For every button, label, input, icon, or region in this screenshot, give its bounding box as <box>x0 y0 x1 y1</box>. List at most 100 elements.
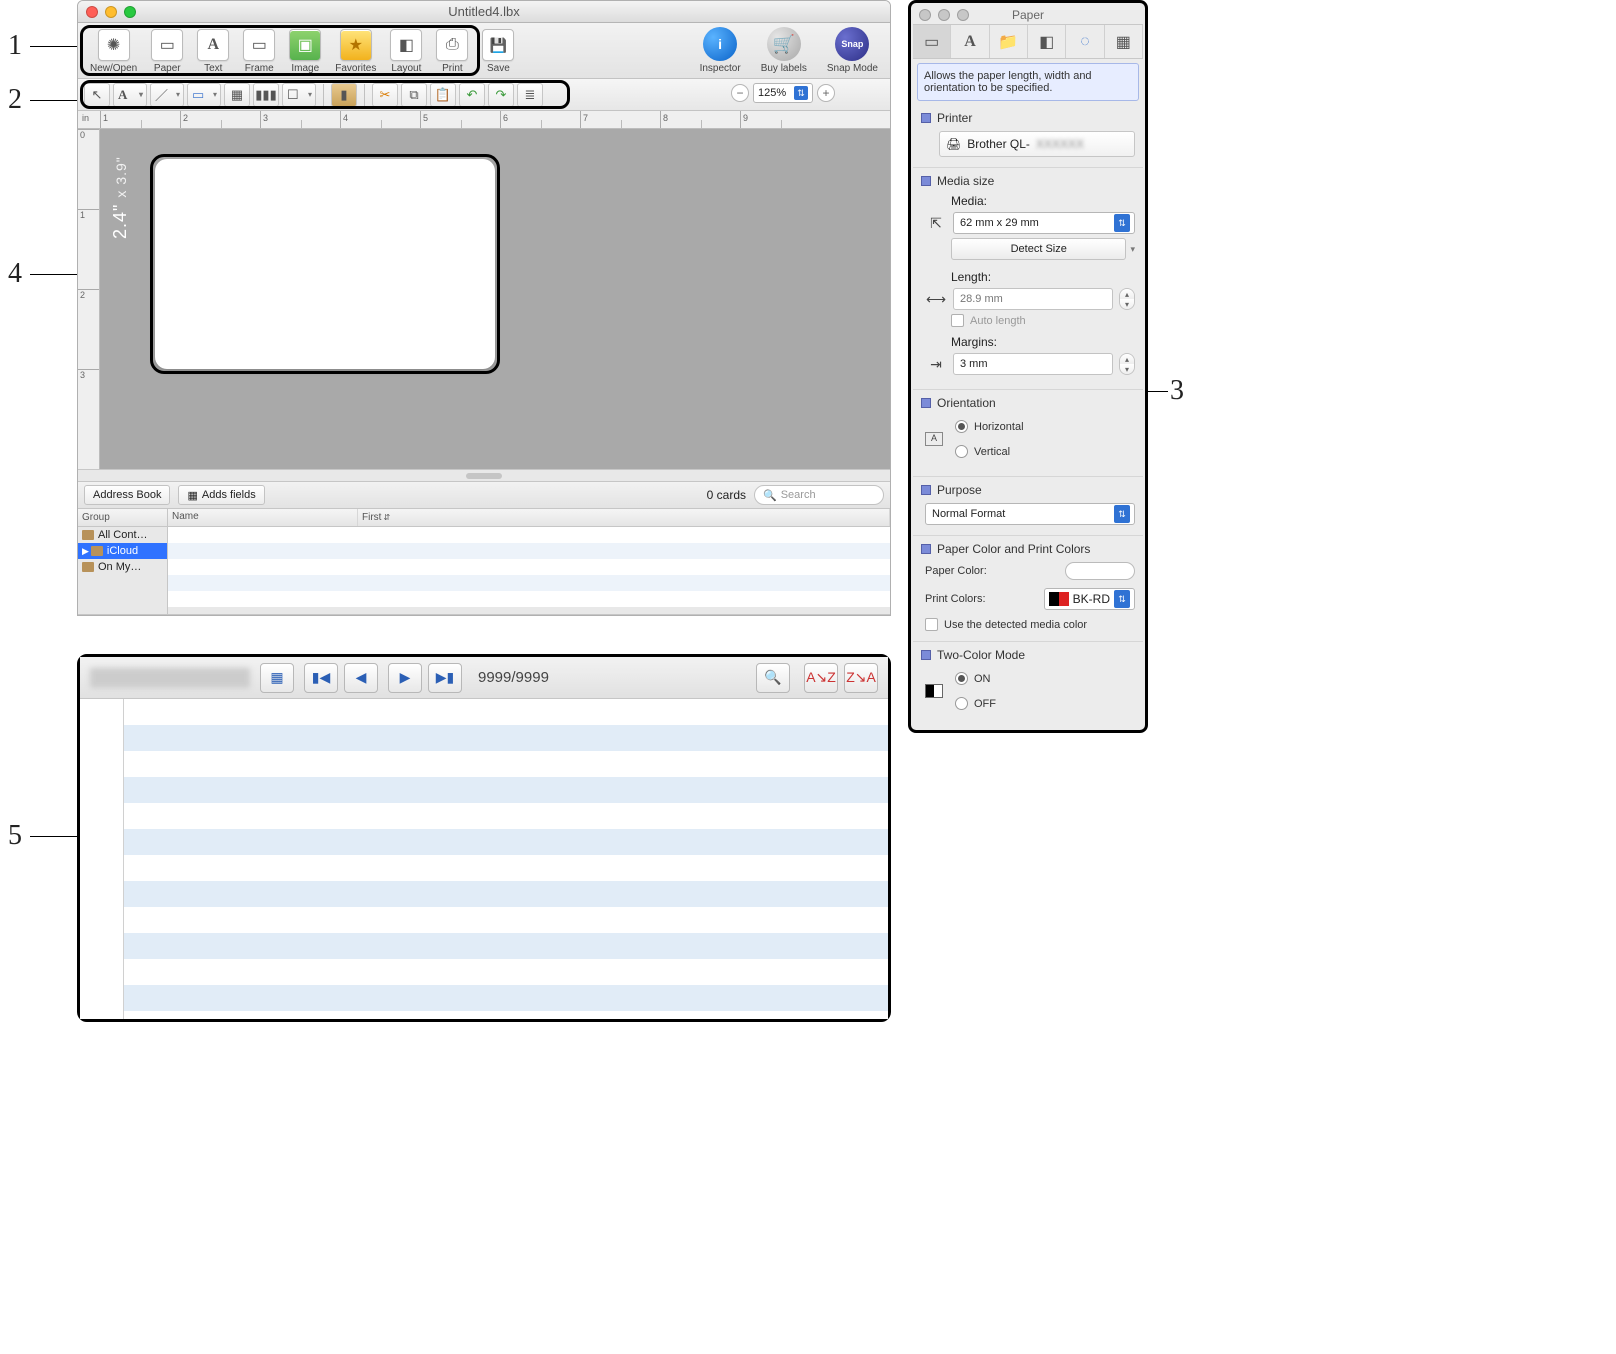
symbol-tool[interactable]: ☐ <box>282 83 316 107</box>
paper-color-swatch[interactable] <box>1065 562 1135 580</box>
tab-paper[interactable]: ▭ <box>913 25 951 58</box>
favorites-button[interactable]: ★ Favorites <box>331 27 380 76</box>
record-fields-button[interactable]: ▦ <box>260 663 294 693</box>
table-row[interactable] <box>124 699 888 725</box>
list-item[interactable] <box>168 591 890 607</box>
cut-button[interactable]: ✂ <box>372 83 398 107</box>
margins-stepper[interactable]: ▴▾ <box>1119 353 1135 375</box>
redo-button[interactable]: ↷ <box>488 83 514 107</box>
print-button[interactable]: ⎙ Print <box>432 27 472 76</box>
printer-select[interactable]: 🖨 Brother QL-XXXXXX <box>939 131 1135 157</box>
table-row[interactable] <box>124 829 888 855</box>
list-item[interactable] <box>168 543 890 559</box>
margins-label: Margins: <box>951 335 1135 349</box>
address-book-button[interactable]: Address Book <box>84 485 170 505</box>
snap-mode-button[interactable]: Snap Snap Mode <box>823 25 882 76</box>
two-color-off-radio[interactable]: OFF <box>955 697 996 710</box>
zoom-out-button[interactable]: − <box>731 84 749 102</box>
table-row[interactable] <box>124 751 888 777</box>
barcode-tool[interactable]: ▮▮▮ <box>253 83 279 107</box>
text-button[interactable]: A Text <box>193 27 233 76</box>
table-tool[interactable]: ▦ <box>224 83 250 107</box>
buy-labels-button[interactable]: 🛒 Buy labels <box>757 25 811 76</box>
line-tool[interactable]: ／ <box>150 83 184 107</box>
image-button[interactable]: ▣ Image <box>285 27 325 76</box>
text-tool[interactable]: A <box>113 83 147 107</box>
tab-database[interactable]: ◌ <box>1066 25 1104 58</box>
table-row[interactable] <box>124 803 888 829</box>
label-canvas[interactable]: 2.4" x 3.9" <box>100 129 890 469</box>
table-row[interactable] <box>124 725 888 751</box>
table-row[interactable] <box>124 933 888 959</box>
horizontal-scrollbar[interactable] <box>78 469 890 481</box>
search-input[interactable]: 🔍 Search <box>754 485 884 505</box>
two-color-on-radio[interactable]: ON <box>955 672 996 685</box>
table-row[interactable] <box>124 881 888 907</box>
snap-mode-icon: Snap <box>835 27 869 61</box>
orientation-vertical-radio[interactable]: Vertical <box>955 445 1024 458</box>
detected-media-checkbox[interactable] <box>925 618 938 631</box>
tab-layout[interactable]: ◧ <box>1028 25 1066 58</box>
print-colors-select[interactable]: BK-RD ⇅ <box>1044 588 1135 610</box>
auto-length-checkbox[interactable] <box>951 314 964 327</box>
detected-media-label: Use the detected media color <box>944 619 1087 631</box>
inspector-titlebar: Paper <box>913 5 1143 25</box>
paper-button[interactable]: ▭ Paper <box>147 27 187 76</box>
ruler-tick: 4 <box>343 113 348 123</box>
zoom-select[interactable]: 125% ⇅ <box>753 83 813 103</box>
purpose-select[interactable]: Normal Format ⇅ <box>925 503 1135 525</box>
first-column-header[interactable]: First⇵ <box>358 509 890 526</box>
cmd-label: Buy labels <box>761 63 807 74</box>
name-column-header[interactable]: Name <box>168 509 358 526</box>
media-select[interactable]: 62 mm x 29 mm ⇅ <box>953 212 1135 234</box>
sort-desc-button[interactable]: Z↘A <box>844 663 878 693</box>
table-row[interactable] <box>124 907 888 933</box>
list-item[interactable] <box>168 575 890 591</box>
group-all-contacts[interactable]: All Cont… <box>78 527 167 543</box>
record-next-button[interactable]: ▶ <box>388 663 422 693</box>
group-icloud[interactable]: ▶iCloud <box>78 543 167 559</box>
cursor-tool[interactable]: ↖ <box>84 83 110 107</box>
section-icon <box>921 650 931 660</box>
tab-favorites[interactable]: 📁 <box>990 25 1028 58</box>
record-last-button[interactable]: ▶▮ <box>428 663 462 693</box>
copy-button[interactable]: ⧉ <box>401 83 427 107</box>
record-first-button[interactable]: ▮◀ <box>304 663 338 693</box>
label-preview[interactable] <box>155 159 495 369</box>
margins-input[interactable]: 3 mm <box>953 353 1113 375</box>
tab-align[interactable]: ▦ <box>1105 25 1143 58</box>
table-row[interactable] <box>124 777 888 803</box>
save-button[interactable]: 💾 Save <box>478 27 518 76</box>
inspector-button[interactable]: i Inspector <box>696 25 745 76</box>
print-icon: ⎙ <box>436 29 468 61</box>
length-input[interactable]: 28.9 mm <box>953 288 1113 310</box>
new-open-button[interactable]: ✺ New/Open <box>86 27 141 76</box>
frame-button[interactable]: ▭ Frame <box>239 27 279 76</box>
tab-text[interactable]: A <box>951 25 989 58</box>
record-find-button[interactable]: 🔍 <box>756 663 790 693</box>
align-button[interactable]: ≣ <box>517 83 543 107</box>
table-row[interactable] <box>124 985 888 1011</box>
names-body[interactable] <box>168 527 890 614</box>
shape-tool[interactable]: ▭ <box>187 83 221 107</box>
adds-fields-button[interactable]: ▦ Adds fields <box>178 485 264 505</box>
callout-3: 3 <box>1170 375 1184 407</box>
undo-button[interactable]: ↶ <box>459 83 485 107</box>
database-tool[interactable]: ▮ <box>331 83 357 107</box>
table-row[interactable] <box>124 855 888 881</box>
list-item[interactable] <box>168 559 890 575</box>
length-stepper[interactable]: ▴▾ <box>1119 288 1135 310</box>
dropdown-caret-icon[interactable]: ▾ <box>1130 244 1135 255</box>
layout-button[interactable]: ◧ Layout <box>386 27 426 76</box>
detect-size-button[interactable]: Detect Size <box>951 238 1126 260</box>
sort-asc-button[interactable]: A↘Z <box>804 663 838 693</box>
table-row[interactable] <box>124 959 888 985</box>
list-item[interactable] <box>168 527 890 543</box>
group-on-my[interactable]: On My… <box>78 559 167 575</box>
record-grid[interactable] <box>80 699 888 1019</box>
zoom-in-button[interactable]: + <box>817 84 835 102</box>
orientation-horizontal-radio[interactable]: Horizontal <box>955 420 1024 433</box>
database-record-pane: ▦ ▮◀ ◀ ▶ ▶▮ 9999/9999 🔍 A↘Z Z↘A <box>77 654 891 1022</box>
paste-button[interactable]: 📋 <box>430 83 456 107</box>
record-prev-button[interactable]: ◀ <box>344 663 378 693</box>
